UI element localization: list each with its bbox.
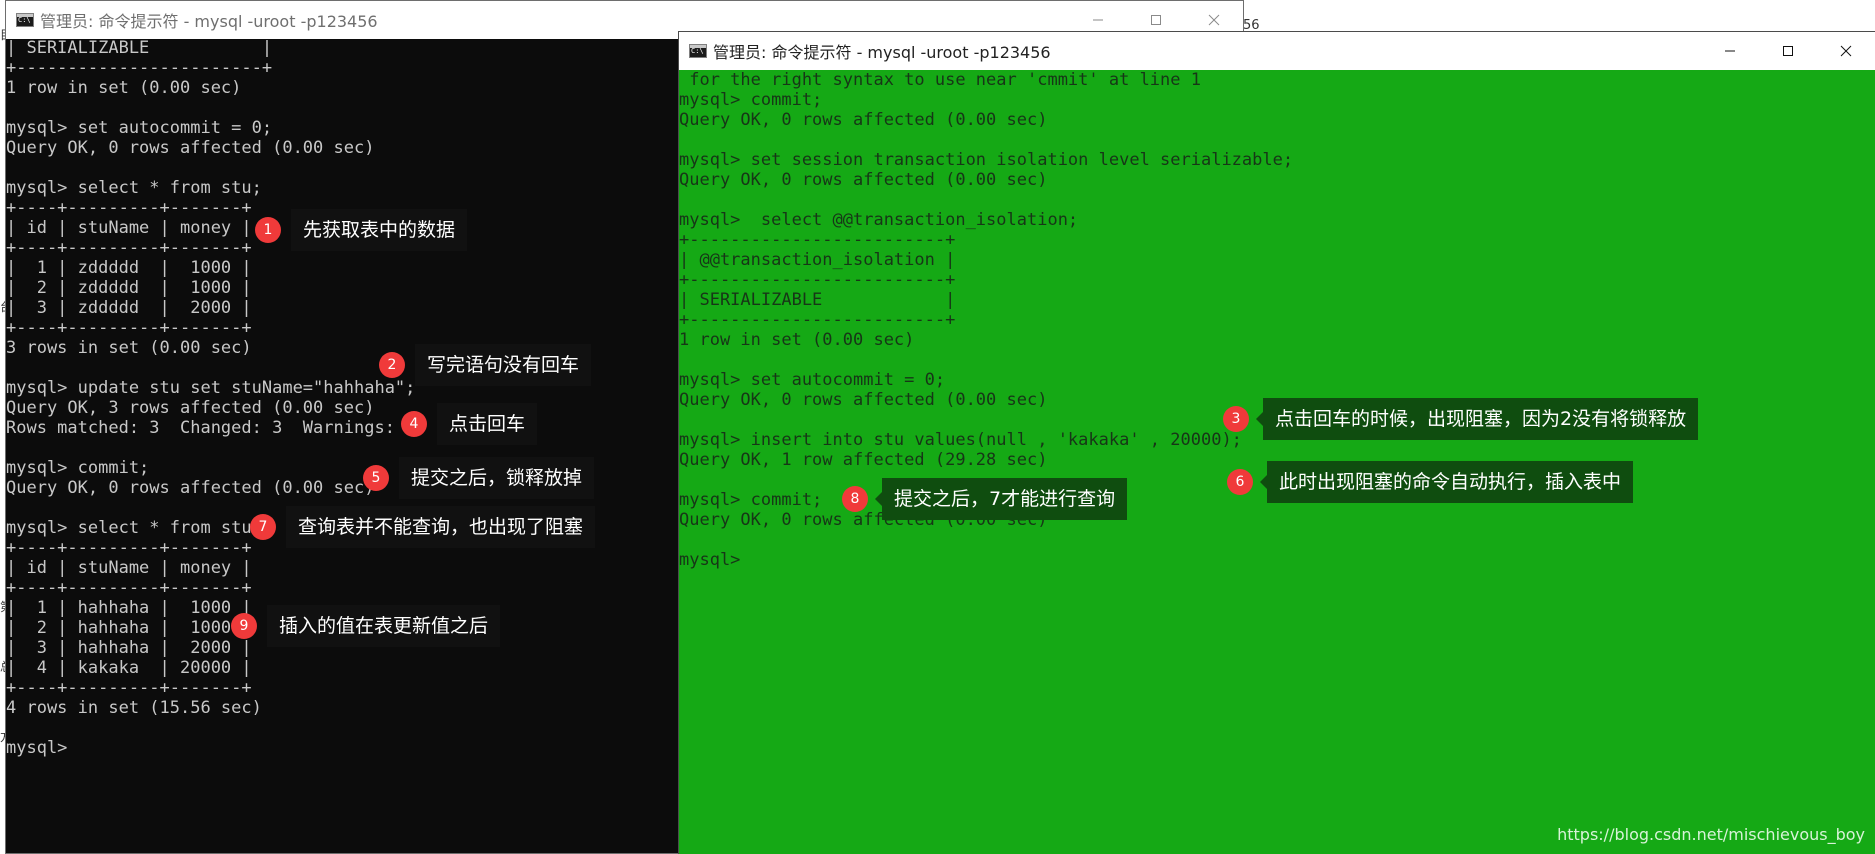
callout-note: 插入的值在表更新值之后 <box>267 605 501 647</box>
callout-9: 9 插入的值在表更新值之后 <box>231 605 501 647</box>
maximize-icon <box>1151 15 1161 25</box>
window-title: 管理员: 命令提示符 - mysql -uroot -p123456 <box>40 12 378 31</box>
console-line: +-------------------------+ <box>679 270 956 290</box>
console-line: Query OK, 0 rows affected (0.00 sec) <box>679 110 1048 130</box>
callout-note: 提交之后，7才能进行查询 <box>874 478 1128 520</box>
step-badge: 5 <box>363 465 389 491</box>
close-icon <box>1208 14 1220 26</box>
title-bar[interactable]: 管理员: 命令提示符 - mysql -uroot -p123456 <box>679 32 1875 70</box>
callout-note: 查询表并不能查询，也出现了阻塞 <box>286 506 596 548</box>
console-line: 1 row in set (0.00 sec) <box>679 330 915 350</box>
console-line: Query OK, 0 rows affected (0.00 sec) <box>679 170 1048 190</box>
cmd-window-right[interactable]: 管理员: 命令提示符 - mysql -uroot -p123456 for t… <box>678 31 1875 854</box>
callout-note: 此时出现阻塞的命令自动执行，插入表中 <box>1259 461 1634 503</box>
minimize-icon <box>1725 50 1735 52</box>
callout-2: 2 写完语句没有回车 <box>379 344 592 386</box>
cmd-icon <box>689 44 707 58</box>
callout-note: 点击回车的时候，出现阻塞，因为2没有将锁释放 <box>1255 398 1699 440</box>
console-line: +-------------------------+ <box>679 310 956 330</box>
callout-note: 写完语句没有回车 <box>415 344 592 386</box>
cmd-icon <box>16 13 34 27</box>
console-line: mysql> commit; <box>679 90 823 110</box>
step-badge: 6 <box>1227 469 1253 495</box>
step-badge: 8 <box>842 486 868 512</box>
callout-6: 6 此时出现阻塞的命令自动执行，插入表中 <box>1227 461 1634 503</box>
minimize-button[interactable] <box>1701 32 1759 70</box>
callout-note: 提交之后，锁释放掉 <box>399 457 595 499</box>
step-badge: 2 <box>379 352 405 378</box>
callout-note: 先获取表中的数据 <box>291 209 468 251</box>
step-badge: 3 <box>1223 406 1249 432</box>
console-line: mysql> set autocommit = 0; <box>679 370 946 390</box>
console-line: | SERIALIZABLE | <box>679 290 956 310</box>
console-line: mysql> select @@transaction_isolation; <box>679 210 1079 230</box>
window-controls <box>1701 32 1875 70</box>
console-line: for the right syntax to use near 'cmmit'… <box>679 70 1201 90</box>
close-icon <box>1840 45 1852 57</box>
maximize-icon <box>1783 46 1793 56</box>
console-line: +-------------------------+ <box>679 230 956 250</box>
callout-4: 4 点击回车 <box>401 403 538 445</box>
step-badge: 7 <box>250 514 276 540</box>
callout-8: 8 提交之后，7才能进行查询 <box>842 478 1128 520</box>
step-badge: 9 <box>231 613 257 639</box>
watermark: https://blog.csdn.net/mischievous_boy <box>1557 825 1865 844</box>
minimize-icon <box>1093 19 1103 21</box>
console-line: mysql> set session transaction isolation… <box>679 150 1294 170</box>
console-line: mysql> <box>679 550 751 570</box>
maximize-button[interactable] <box>1759 32 1817 70</box>
step-badge: 1 <box>255 217 281 243</box>
window-title: 管理员: 命令提示符 - mysql -uroot -p123456 <box>713 43 1051 62</box>
callout-7: 7 查询表并不能查询，也出现了阻塞 <box>250 506 596 548</box>
callout-1: 1 先获取表中的数据 <box>255 209 468 251</box>
callout-note: 点击回车 <box>437 403 538 445</box>
callout-5: 5 提交之后，锁释放掉 <box>363 457 595 499</box>
console-line: | @@transaction_isolation | <box>679 250 956 270</box>
callout-3: 3 点击回车的时候，出现阻塞，因为2没有将锁释放 <box>1223 398 1699 440</box>
step-badge: 4 <box>401 411 427 437</box>
close-button[interactable] <box>1817 32 1875 70</box>
